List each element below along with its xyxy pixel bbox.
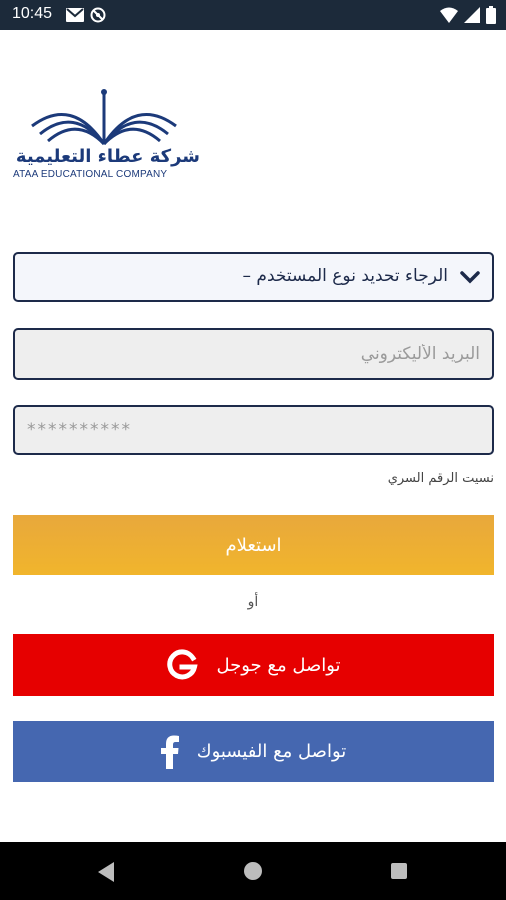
logo-english-name: ATAA EDUCATIONAL COMPANY	[13, 169, 168, 180]
google-g-icon	[167, 649, 199, 680]
user-type-select-value: الرجاء تحديد نوع المستخدم –	[242, 266, 448, 286]
chevron-down-icon	[460, 271, 480, 284]
google-button-label: تواصل مع جوجل	[216, 654, 341, 676]
back-icon[interactable]	[98, 862, 116, 882]
status-bar: 10:45	[0, 0, 506, 30]
logo-arabic-name: شركة عطاء التعليمية	[15, 146, 200, 167]
wifi-icon	[440, 7, 458, 23]
login-button[interactable]: استعلام	[13, 515, 494, 575]
status-left-icons	[66, 7, 106, 23]
recents-icon[interactable]	[391, 863, 407, 879]
google-login-button[interactable]: تواصل مع جوجل	[13, 634, 494, 696]
email-field[interactable]	[15, 330, 492, 378]
forgot-password-link[interactable]: نسيت الرقم السري	[388, 471, 494, 486]
gmail-icon	[66, 8, 84, 22]
home-icon[interactable]	[244, 862, 262, 880]
battery-icon	[486, 6, 496, 24]
facebook-f-icon	[160, 735, 179, 769]
status-time: 10:45	[12, 5, 53, 22]
signal-icon	[464, 7, 480, 23]
status-right-icons	[440, 6, 496, 24]
login-button-label: استعلام	[225, 534, 282, 556]
password-field[interactable]	[15, 407, 492, 453]
or-separator: أو	[247, 594, 259, 610]
facebook-button-label: تواصل مع الفيسبوك	[196, 741, 347, 762]
user-type-select[interactable]: الرجاء تحديد نوع المستخدم –	[13, 252, 494, 302]
password-field-wrapper	[13, 405, 494, 455]
no-disturb-icon	[90, 7, 106, 23]
email-field-wrapper	[13, 328, 494, 380]
navigation-bar	[0, 842, 506, 900]
facebook-login-button[interactable]: تواصل مع الفيسبوك	[13, 721, 494, 782]
